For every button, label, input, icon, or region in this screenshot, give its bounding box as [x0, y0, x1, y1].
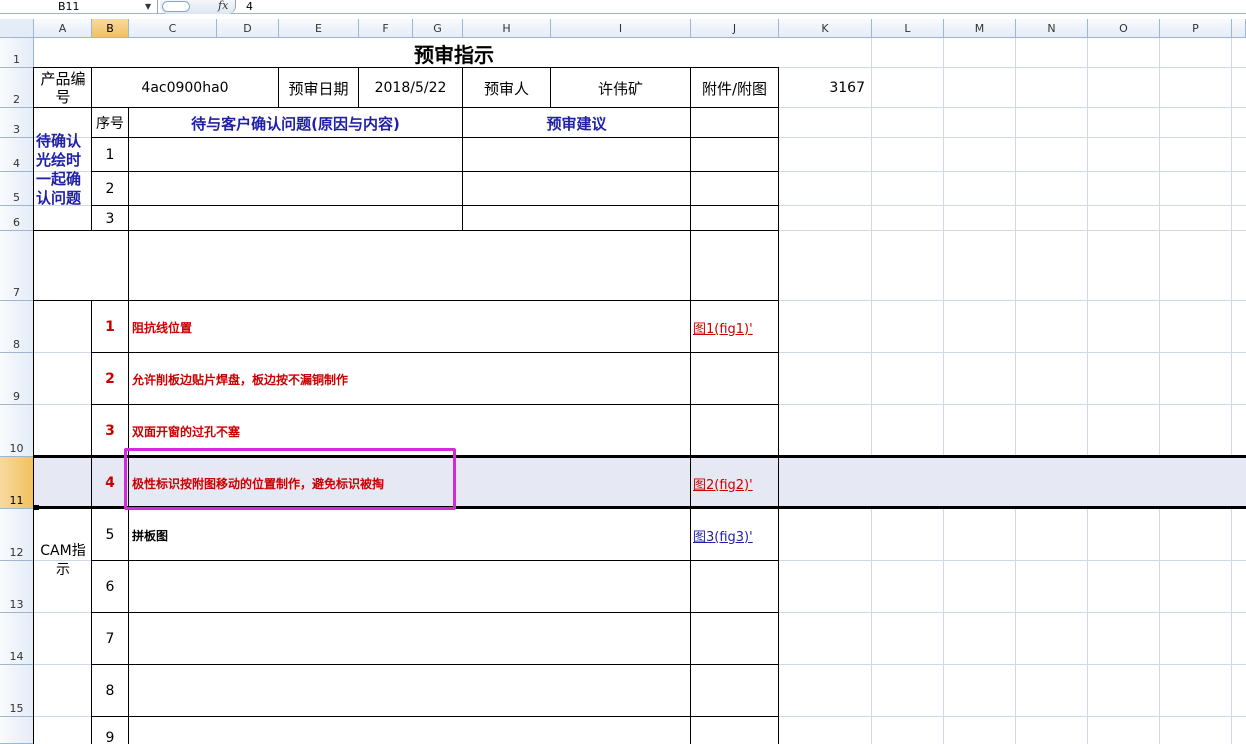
name-box-dropdown-icon[interactable]: ▼ [145, 0, 151, 13]
row-header-13[interactable]: 13 [0, 561, 34, 613]
table-border [91, 171, 779, 172]
pending-seq-3[interactable]: 3 [92, 206, 128, 231]
table-border [778, 67, 779, 744]
row-header-12[interactable]: 12 [0, 509, 34, 561]
cam-row-5-no[interactable]: 5 [92, 509, 128, 561]
formula-input[interactable]: 4 [246, 0, 253, 13]
attachment-label[interactable]: 附件/附图 [691, 68, 778, 108]
table-border [91, 205, 779, 206]
cam-row-5-link[interactable]: 图3(fig3)' [693, 509, 778, 561]
pending-label[interactable]: 待确认光绘时一起确认问题 [36, 130, 90, 210]
column-header-m[interactable]: M [944, 19, 1016, 38]
column-header-d[interactable]: D [217, 19, 279, 38]
fx-icon[interactable]: fx [218, 0, 228, 12]
seq-label[interactable]: 序号 [92, 108, 128, 138]
cam-row-2-text[interactable]: 允许削板边贴片焊盘，板边按不漏铜制作 [132, 353, 688, 405]
table-border [34, 230, 779, 231]
table-border [91, 612, 779, 613]
row-header-3[interactable]: 3 [0, 108, 34, 138]
review-date-value[interactable]: 2018/5/22 [359, 68, 462, 108]
column-header-n[interactable]: N [1016, 19, 1088, 38]
row-header-4[interactable]: 4 [0, 138, 34, 172]
row-header-10[interactable]: 10 [0, 405, 34, 457]
select-all-corner[interactable] [0, 19, 34, 38]
cam-row-4-no[interactable]: 4 [92, 457, 128, 509]
row-header-1[interactable]: 1 [0, 38, 34, 68]
column-header-p[interactable]: P [1160, 19, 1232, 38]
pending-seq-1[interactable]: 1 [92, 138, 128, 172]
name-box[interactable]: B11 ▼ [0, 0, 158, 14]
gridline [943, 38, 944, 744]
row-header-9[interactable]: 9 [0, 353, 34, 405]
cam-row-1-text[interactable]: 阻抗线位置 [132, 301, 688, 353]
cam-row-2-no[interactable]: 2 [92, 353, 128, 405]
column-header-e[interactable]: E [279, 19, 359, 38]
column-header-l[interactable]: L [872, 19, 944, 38]
row-header-11[interactable]: 11 [0, 457, 34, 509]
reviewer-label[interactable]: 预审人 [463, 68, 550, 108]
column-header-j[interactable]: J [691, 19, 779, 38]
gridline [1231, 38, 1232, 744]
column-header-k[interactable]: K [779, 19, 872, 38]
gridline [1087, 38, 1088, 744]
column-header-b[interactable]: B [92, 19, 129, 38]
fx-zone: fx [160, 0, 236, 14]
review-date-label[interactable]: 预审日期 [279, 68, 358, 108]
table-border [690, 67, 691, 744]
fill-handle[interactable] [34, 505, 39, 510]
row-header-7[interactable]: 7 [0, 231, 34, 301]
gridline [1015, 38, 1016, 744]
row-header-5[interactable]: 5 [0, 172, 34, 206]
cam-row-6-no[interactable]: 6 [92, 561, 128, 613]
formula-bar-resize-handle[interactable] [162, 1, 190, 12]
row-header-16[interactable] [0, 717, 34, 744]
cam-row-5-text[interactable]: 拼板图 [132, 509, 688, 561]
table-border [91, 716, 779, 717]
issue-header[interactable]: 待与客户确认问题(原因与内容) [129, 108, 462, 138]
row-header-8[interactable]: 8 [0, 301, 34, 353]
cam-row-1-no[interactable]: 1 [92, 301, 128, 353]
cam-row-3-no[interactable]: 3 [92, 405, 128, 457]
product-label[interactable]: 产品编号 [38, 68, 88, 108]
sheet-title[interactable]: 预审指示 [34, 38, 874, 68]
column-header-partial[interactable] [1232, 19, 1246, 38]
row-header-14[interactable]: 14 [0, 613, 34, 665]
reviewer-value[interactable]: 许伟矿 [551, 68, 690, 108]
gridline [1159, 38, 1160, 744]
gridline [871, 38, 872, 744]
cam-row-9-no[interactable]: 9 [92, 730, 128, 744]
suggestion-header[interactable]: 预审建议 [463, 108, 690, 138]
column-header-h[interactable]: H [463, 19, 551, 38]
formula-bar: B11 ▼ fx 4 [0, 0, 1246, 14]
column-header-i[interactable]: I [551, 19, 691, 38]
cam-row-1-link[interactable]: 图1(fig1)' [693, 301, 778, 353]
cam-label[interactable]: CAM指示 [36, 540, 90, 582]
cam-row-8-no[interactable]: 8 [92, 665, 128, 717]
column-header-f[interactable]: F [359, 19, 413, 38]
cam-row-7-no[interactable]: 7 [92, 613, 128, 665]
column-header-c[interactable]: C [129, 19, 217, 38]
pending-seq-2[interactable]: 2 [92, 172, 128, 206]
column-header-o[interactable]: O [1088, 19, 1160, 38]
row-header-6[interactable]: 6 [0, 206, 34, 231]
table-border [91, 664, 779, 665]
column-header-a[interactable]: A [34, 19, 92, 38]
cell-k2[interactable]: 3167 [779, 68, 869, 108]
cam-row-4-link[interactable]: 图2(fig2)' [693, 457, 778, 509]
product-value[interactable]: 4ac0900ha0 [92, 68, 278, 108]
row-header-15[interactable]: 15 [0, 665, 34, 717]
table-border [33, 67, 34, 744]
column-header-g[interactable]: G [413, 19, 463, 38]
highlight-annotation-box [124, 448, 456, 510]
row-header-2[interactable]: 2 [0, 68, 34, 108]
table-border [128, 107, 129, 744]
name-box-value: B11 [58, 0, 80, 13]
